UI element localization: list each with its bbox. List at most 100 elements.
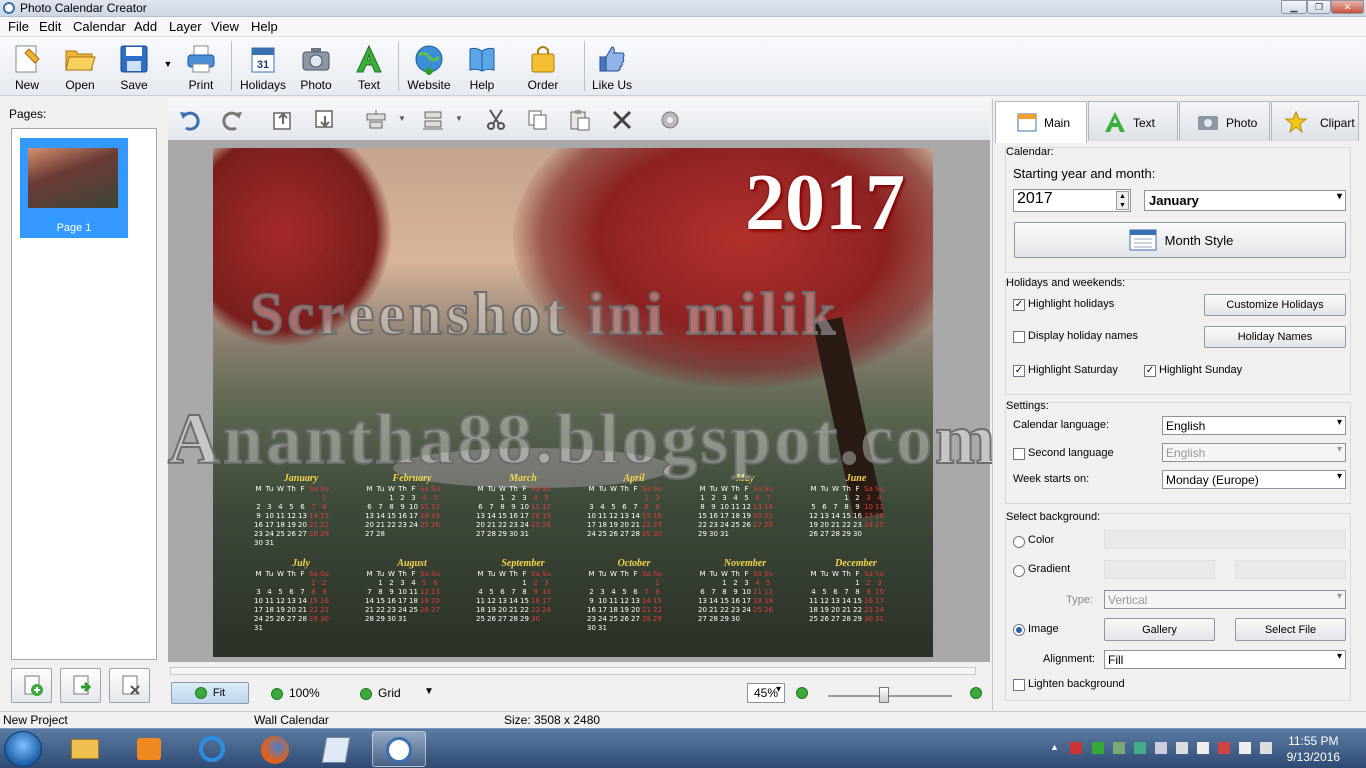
duplicate-page-button[interactable]	[60, 668, 101, 703]
day-cell: 5	[289, 503, 294, 511]
page-thumbnail[interactable]: Page 1	[20, 138, 128, 238]
menu-edit[interactable]: Edit	[39, 19, 61, 34]
delete-icon[interactable]	[610, 108, 634, 132]
gradient-radio[interactable]	[1013, 565, 1025, 577]
zoom-100-button[interactable]: 100%	[271, 682, 320, 704]
grid-button[interactable]: Grid	[360, 682, 401, 704]
tray-display-icon[interactable]	[1176, 742, 1188, 754]
gradient-type-select[interactable]: Vertical	[1104, 590, 1346, 609]
menu-help[interactable]: Help	[251, 19, 278, 34]
year-spinner-arrows[interactable]: ▲ ▼	[1116, 191, 1129, 210]
website-button[interactable]: Website	[406, 41, 452, 93]
highlight-sunday-checkbox[interactable]: ✓	[1144, 365, 1156, 377]
second-language-select[interactable]: English	[1162, 443, 1346, 462]
taskbar-explorer[interactable]	[58, 731, 112, 767]
text-label: Text	[357, 78, 380, 92]
tray-app-icon[interactable]	[1260, 742, 1272, 754]
minimize-button[interactable]: ▁	[1281, 0, 1307, 14]
menu-calendar[interactable]: Calendar	[73, 19, 126, 34]
help-button[interactable]: Help	[462, 41, 502, 93]
taskbar-photo-calendar[interactable]	[372, 731, 426, 767]
menu-add[interactable]: Add	[134, 19, 157, 34]
taskbar-firefox[interactable]	[248, 731, 302, 767]
holidays-button[interactable]: 31 Holidays	[240, 41, 286, 93]
display-holiday-names-checkbox[interactable]	[1013, 331, 1025, 343]
text-button[interactable]: Text	[350, 41, 388, 93]
redo-icon[interactable]	[220, 108, 244, 132]
day-cell: 10	[254, 597, 263, 605]
system-clock[interactable]: 11:55 PM 9/13/2016	[1287, 733, 1340, 765]
menu-file[interactable]: File	[8, 19, 29, 34]
copy-icon[interactable]	[526, 108, 550, 132]
tray-check-icon[interactable]	[1092, 742, 1104, 754]
taskbar-ie[interactable]	[186, 731, 240, 767]
zoom-value-field[interactable]: 45%	[747, 683, 785, 703]
open-button[interactable]: Open	[58, 41, 102, 93]
paste-icon[interactable]	[568, 108, 592, 132]
week-starts-select[interactable]: Monday (Europe)	[1162, 470, 1346, 489]
maximize-button[interactable]: ❐	[1307, 0, 1331, 14]
tray-volume-icon[interactable]	[1239, 742, 1251, 754]
tray-network-icon[interactable]	[1113, 742, 1125, 754]
tab-photo[interactable]: Photo	[1179, 101, 1270, 141]
day-cell: 31	[598, 624, 607, 632]
calendar-language-select[interactable]: English	[1162, 416, 1346, 435]
like-us-button[interactable]: Like Us	[590, 41, 634, 93]
cut-icon[interactable]	[484, 108, 508, 132]
delete-page-button[interactable]	[109, 668, 150, 703]
tray-security-icon[interactable]	[1070, 742, 1082, 754]
calendar-poster[interactable]: 2017 January M Tu W Th F Sa Su 1 2 3 4 5 6 7 8 9 10 11 12 13…	[213, 148, 933, 657]
send-backward-icon[interactable]	[313, 108, 337, 132]
main-toolbar: New Open Save ▼ Print 31 Holidays Photo …	[0, 37, 1366, 96]
customize-holidays-button[interactable]: Customize Holidays	[1204, 294, 1346, 316]
tray-power-icon[interactable]	[1197, 742, 1209, 754]
tab-clipart[interactable]: Clipart	[1271, 101, 1359, 141]
color-radio[interactable]	[1013, 536, 1025, 548]
properties-icon[interactable]	[658, 108, 682, 132]
year-spinner[interactable]: 2017	[1013, 189, 1131, 212]
grid-dropdown-arrow[interactable]: ▼	[424, 682, 434, 704]
highlight-saturday-checkbox[interactable]: ✓	[1013, 365, 1025, 377]
highlight-holidays-checkbox[interactable]: ✓	[1013, 299, 1025, 311]
order-button[interactable]: Order	[522, 41, 564, 93]
tray-bluetooth-icon[interactable]	[1155, 742, 1167, 754]
canvas-area[interactable]: 2017 January M Tu W Th F Sa Su 1 2 3 4 5 6 7 8 9 10 11 12 13…	[168, 140, 990, 662]
tray-sync-icon[interactable]	[1134, 742, 1146, 754]
show-hidden-icons[interactable]: ▲	[1050, 742, 1059, 752]
zoom-slider-thumb[interactable]	[878, 687, 889, 703]
align-icon[interactable]	[364, 108, 388, 132]
fit-button[interactable]: Fit	[171, 682, 249, 704]
gallery-button[interactable]: Gallery	[1104, 618, 1215, 641]
zoom-out-icon[interactable]	[970, 687, 982, 699]
taskbar-notepad[interactable]	[310, 731, 364, 767]
new-button[interactable]: New	[6, 41, 48, 93]
select-file-button[interactable]: Select File	[1235, 618, 1346, 641]
month-select[interactable]: January	[1144, 190, 1346, 211]
lighten-background-checkbox[interactable]	[1013, 679, 1025, 691]
undo-icon[interactable]	[178, 108, 202, 132]
alignment-select[interactable]: Fill	[1104, 650, 1346, 669]
tray-signal-icon[interactable]	[1218, 742, 1230, 754]
menu-layer[interactable]: Layer	[169, 19, 202, 34]
holiday-names-button[interactable]: Holiday Names	[1204, 326, 1346, 348]
bring-forward-icon[interactable]	[271, 108, 295, 132]
distribute-dropdown-arrow[interactable]: ▼	[455, 114, 463, 123]
second-language-checkbox[interactable]	[1013, 448, 1025, 460]
tab-main[interactable]: Main	[995, 101, 1087, 143]
zoom-in-icon[interactable]	[796, 687, 808, 699]
image-radio[interactable]	[1013, 624, 1025, 636]
start-button[interactable]	[4, 731, 42, 767]
photo-button[interactable]: Photo	[296, 41, 336, 93]
add-page-button[interactable]	[11, 668, 52, 703]
taskbar-media-player[interactable]	[122, 731, 176, 767]
close-button[interactable]: ✕	[1331, 0, 1364, 14]
menu-view[interactable]: View	[211, 19, 239, 34]
print-button[interactable]: Print	[180, 41, 222, 93]
align-dropdown-arrow[interactable]: ▼	[398, 114, 406, 123]
tab-text[interactable]: Text	[1088, 101, 1178, 141]
distribute-icon[interactable]	[421, 108, 445, 132]
horizontal-scrollbar[interactable]	[170, 667, 976, 675]
month-style-button[interactable]: Month Style	[1014, 222, 1346, 258]
save-button[interactable]: Save	[114, 41, 154, 93]
zoom-slider-track[interactable]	[828, 695, 952, 697]
